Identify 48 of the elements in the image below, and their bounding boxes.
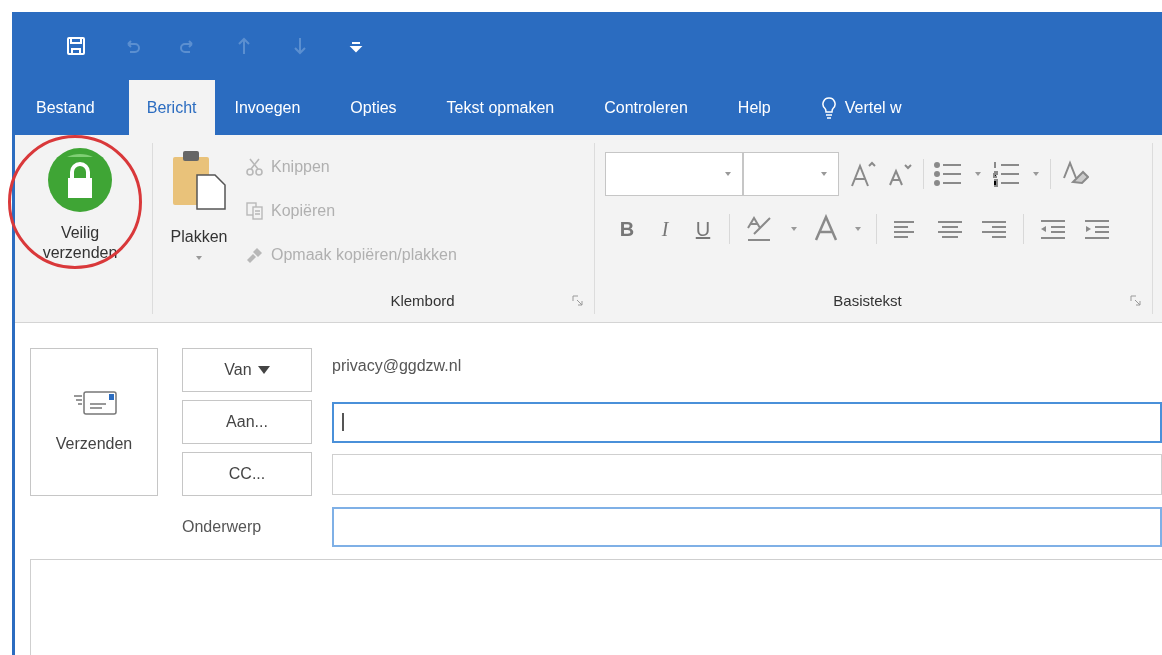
copy-icon bbox=[245, 201, 265, 221]
bullet-list-icon[interactable] bbox=[934, 160, 964, 188]
recipient-field[interactable] bbox=[332, 401, 1162, 443]
recipient-button[interactable]: CC... bbox=[182, 452, 312, 496]
grow-font-icon[interactable] bbox=[849, 160, 877, 188]
caret-icon[interactable] bbox=[820, 171, 828, 177]
numbered-list-icon[interactable] bbox=[992, 160, 1022, 188]
caret-icon[interactable] bbox=[854, 226, 862, 232]
dialog-launcher-icon[interactable] bbox=[572, 295, 584, 307]
caret-icon[interactable] bbox=[974, 171, 982, 177]
shrink-font-icon[interactable] bbox=[887, 161, 913, 187]
subject-field[interactable] bbox=[332, 507, 1162, 547]
from-button[interactable]: Van bbox=[182, 348, 312, 392]
ribbon-tab[interactable]: Bericht bbox=[128, 80, 215, 135]
caret-icon[interactable] bbox=[1032, 171, 1040, 177]
ribbon-tab[interactable]: Vertel w bbox=[802, 80, 920, 135]
dropdown-arrow-icon bbox=[257, 366, 270, 374]
sender-address: privacy@ggdzw.nl bbox=[332, 356, 462, 376]
ribbon-tab[interactable]: Controleren bbox=[586, 80, 706, 135]
subject-label: Onderwerp bbox=[182, 517, 263, 537]
send-button[interactable]: Verzenden bbox=[30, 348, 158, 496]
caret-icon[interactable] bbox=[724, 171, 732, 177]
recipient-field[interactable] bbox=[332, 453, 1162, 495]
paintbrush-icon bbox=[245, 245, 265, 265]
group-title: Klembord bbox=[389, 290, 456, 311]
font-name-combobox[interactable] bbox=[605, 152, 743, 196]
ribbon-tab[interactable]: Tekst opmaken bbox=[428, 80, 573, 135]
italic-button[interactable]: I bbox=[653, 214, 677, 244]
ribbon-tab[interactable]: Bestand bbox=[18, 80, 113, 135]
paste-button[interactable]: Plakken bbox=[153, 143, 245, 288]
padlock-icon bbox=[47, 147, 113, 213]
lightbulb-icon bbox=[820, 96, 837, 119]
secure-send-button[interactable]: Veilig verzenden bbox=[15, 143, 145, 263]
ribbon-tab[interactable]: Opties bbox=[332, 80, 415, 135]
recipient-button[interactable]: Aan... bbox=[182, 400, 312, 444]
scissors-icon bbox=[245, 157, 265, 177]
font-size-combobox[interactable] bbox=[743, 152, 839, 196]
increase-indent-icon[interactable] bbox=[1082, 217, 1112, 241]
caret-icon[interactable] bbox=[790, 226, 798, 232]
underline-button[interactable]: U bbox=[691, 214, 715, 244]
decrease-indent-icon[interactable] bbox=[1038, 217, 1068, 241]
group-title: Basistekst bbox=[832, 290, 903, 311]
caret-icon[interactable] bbox=[195, 255, 203, 261]
save-icon[interactable] bbox=[65, 35, 87, 57]
dialog-launcher-icon[interactable] bbox=[1130, 295, 1142, 307]
ribbon-tab[interactable]: Help bbox=[719, 80, 789, 135]
ribbon-tab[interactable]: Invoegen bbox=[216, 80, 319, 135]
bold-button[interactable]: B bbox=[615, 214, 639, 244]
